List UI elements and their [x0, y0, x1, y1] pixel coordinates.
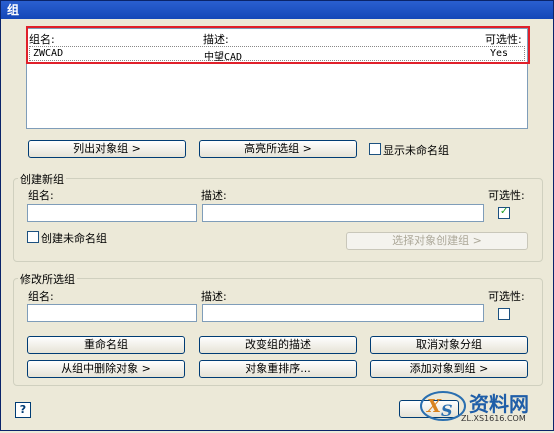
create-name-input[interactable] [27, 204, 197, 222]
groups-dialog: 组 组名: 描述: 可选性: ZWCAD 中望CAD Yes 列出对象组 > 高… [0, 0, 554, 431]
table-row[interactable]: ZWCAD 中望CAD Yes [29, 46, 525, 63]
modify-description-label: 描述: [201, 290, 227, 303]
create-name-label: 组名: [28, 189, 54, 202]
change-description-button[interactable]: 改变组的描述 [199, 336, 357, 354]
show-unnamed-checkbox[interactable] [369, 143, 381, 155]
watermark-url: ZL.XS1616.COM [461, 414, 526, 423]
modify-selectable-checkbox[interactable] [498, 308, 510, 320]
create-description-label: 描述: [201, 189, 227, 202]
site-watermark: X S 资料网 ZL.XS1616.COM [413, 384, 553, 430]
highlight-group-button[interactable]: 高亮所选组 > [199, 140, 357, 158]
svg-text:X: X [426, 396, 442, 417]
create-group-title: 创建新组 [18, 171, 66, 187]
row-selectable: Yes [490, 48, 509, 59]
create-selectable-checkbox[interactable] [498, 206, 510, 219]
row-name: ZWCAD [33, 48, 64, 59]
select-objects-create-group-button[interactable]: 选择对象创建组 > [346, 232, 528, 250]
modify-name-input[interactable] [27, 304, 197, 322]
ungroup-button[interactable]: 取消对象分组 [370, 336, 528, 354]
watermark-text: 资料网 [469, 392, 529, 416]
show-unnamed-label: 显示未命名组 [383, 144, 449, 157]
help-icon[interactable]: ? [15, 402, 31, 418]
create-unnamed-label: 创建未命名组 [41, 232, 107, 245]
row-description: 中望CAD [204, 52, 243, 63]
add-to-group-button[interactable]: 添加对象到组 > [370, 360, 528, 378]
remove-from-group-button[interactable]: 从组中删除对象 > [27, 360, 185, 378]
modify-description-input[interactable] [202, 304, 484, 322]
modify-name-label: 组名: [28, 290, 54, 303]
list-groups-button[interactable]: 列出对象组 > [28, 140, 186, 158]
modify-group-title: 修改所选组 [18, 271, 77, 287]
create-unnamed-checkbox[interactable] [27, 231, 39, 243]
dialog-title: 组 [1, 1, 553, 19]
header-description: 描述: [203, 33, 229, 46]
create-selectable-label: 可选性: [488, 189, 525, 202]
modify-selectable-label: 可选性: [488, 290, 525, 303]
reorder-objects-button[interactable]: 对象重排序... [199, 360, 357, 378]
header-name: 组名: [29, 33, 55, 46]
header-selectable: 可选性: [485, 33, 522, 46]
svg-text:S: S [441, 401, 453, 420]
list-header: 组名: 描述: 可选性: [27, 29, 527, 46]
groups-list[interactable]: 组名: 描述: 可选性: ZWCAD 中望CAD Yes [26, 28, 528, 129]
create-description-input[interactable] [202, 204, 484, 222]
rename-group-button[interactable]: 重命名组 [27, 336, 185, 354]
